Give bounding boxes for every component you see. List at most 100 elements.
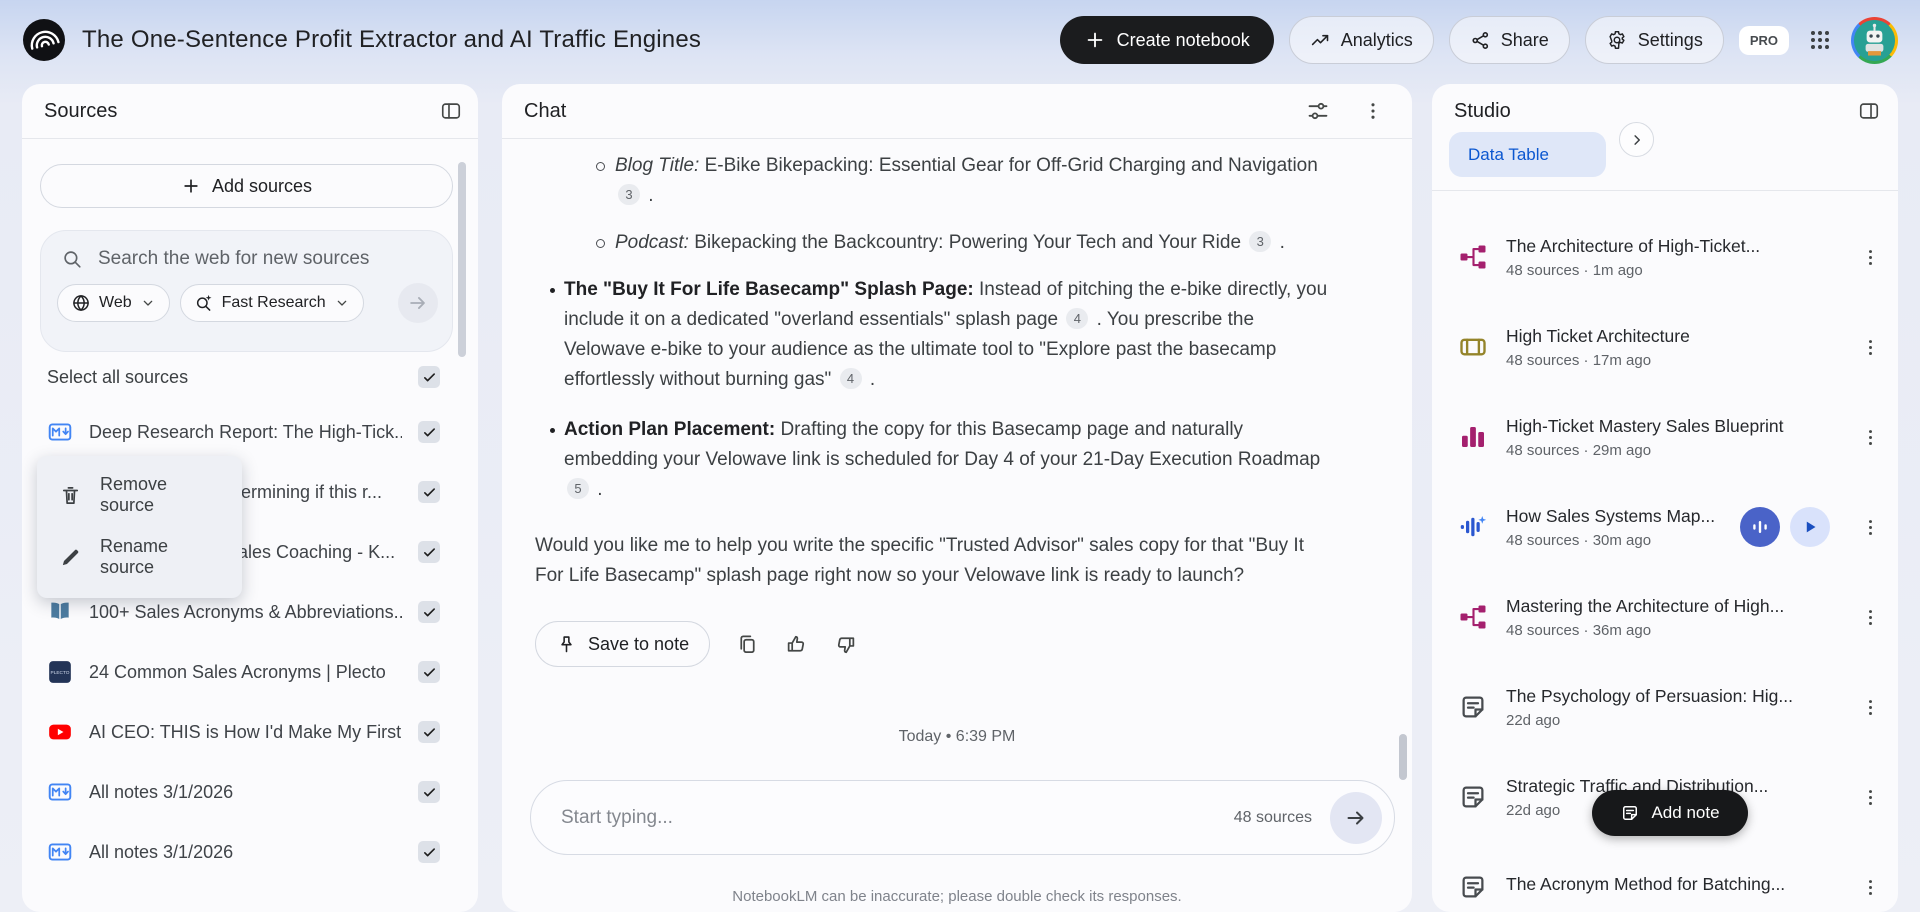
citation-chip[interactable]: 4 [839,368,862,389]
arrow-right-icon [407,292,429,314]
thumbs-down-icon[interactable] [834,633,857,656]
expand-panel-icon[interactable] [1858,100,1880,122]
web-filter-dropdown[interactable]: Web [57,284,170,322]
analytics-button[interactable]: Analytics [1288,16,1434,64]
item-menu-icon[interactable] [1850,427,1890,448]
add-note-button[interactable]: Add note [1592,790,1748,836]
tune-icon[interactable] [1306,99,1330,123]
search-submit-button[interactable] [398,283,438,323]
source-checkbox[interactable] [418,601,440,623]
source-checkbox[interactable] [418,841,440,863]
context-menu-label: Rename source [100,536,169,577]
studio-item-row[interactable]: The Architecture of High-Ticket... 48 so… [1432,212,1898,302]
send-button[interactable] [1330,791,1382,844]
select-all-label: Select all sources [47,366,189,387]
divider [1432,190,1898,191]
data-table-expand-button[interactable] [1619,122,1654,157]
studio-item-row[interactable]: High Ticket Architecture 48 sources · 17… [1432,302,1898,392]
item-menu-icon[interactable] [1850,877,1890,898]
share-button[interactable]: Share [1448,16,1570,64]
save-to-note-button[interactable]: Save to note [535,621,711,667]
notebook-title[interactable]: The One-Sentence Profit Extractor and AI… [82,26,701,54]
search-input[interactable]: Search the web for new sources [98,248,369,270]
audio-actions [1740,507,1830,547]
copy-icon[interactable] [736,633,759,656]
source-checkbox[interactable] [418,421,440,443]
chat-bullet: The "Buy It For Life Basecamp" Splash Pa… [550,275,1334,395]
search-icon [61,248,83,270]
settings-button[interactable]: Settings [1584,16,1724,64]
citation-chip[interactable]: 3 [618,184,640,205]
studio-item-row[interactable]: How Sales Systems Map... 48 sources · 30… [1432,482,1898,572]
app-header: The One-Sentence Profit Extractor and AI… [0,0,1920,80]
chat-scrollbar[interactable] [1399,734,1407,780]
item-menu-icon[interactable] [1850,787,1890,808]
source-row[interactable]: Deep Research Report: The High-Tick... [22,402,478,462]
source-title: 24 Common Sales Acronyms | Plecto [89,661,386,682]
pro-badge: PRO [1738,25,1789,55]
context-menu-item[interactable]: Rename source [37,526,242,588]
source-checkbox[interactable] [418,541,440,563]
add-note-label: Add note [1651,803,1720,822]
interactive-mode-button[interactable] [1740,507,1780,547]
play-icon [1799,516,1821,538]
studio-item-title: The Acronym Method for Batching... [1506,874,1786,894]
pin-icon [556,634,577,655]
chat-message-area: Blog Title: E-Bike Bikepacking: Essentia… [502,139,1412,759]
studio-item-title: The Psychology of Persuasion: Hig... [1506,685,1793,706]
source-checkbox[interactable] [418,481,440,503]
select-all-checkbox[interactable] [418,366,440,388]
source-title: AI CEO: THIS is How I'd Make My First ..… [89,721,402,742]
source-checkbox[interactable] [418,661,440,683]
chat-closing-question: Would you like me to help you write the … [535,535,1304,586]
sources-scrollbar[interactable] [458,162,466,357]
more-options-icon[interactable] [1362,99,1384,123]
plus-icon [1084,29,1106,51]
message-actions: Save to note [535,621,1334,667]
apps-grid-icon[interactable] [1804,24,1836,56]
chevron-right-icon [1628,131,1646,149]
source-row[interactable]: PLECTO 24 Common Sales Acronyms | Plecto [22,642,478,702]
studio-item-row[interactable]: Mastering the Architecture of High... 48… [1432,572,1898,662]
studio-item-row[interactable]: High-Ticket Mastery Sales Blueprint 48 s… [1432,392,1898,482]
chat-input[interactable] [561,806,1234,829]
chat-panel: Chat Blog Title: E-Bike Bikepacking: Ess… [502,84,1412,912]
research-mode-dropdown[interactable]: Fast Research [179,284,364,322]
data-table-chip[interactable]: Data Table [1449,132,1606,177]
note-icon [1458,692,1488,722]
add-sources-button[interactable]: Add sources [40,164,453,208]
item-menu-icon[interactable] [1850,607,1890,628]
user-avatar[interactable] [1851,16,1898,64]
source-checkbox[interactable] [418,781,440,803]
studio-item-meta: 48 sources · 36m ago [1506,621,1652,639]
citation-chip[interactable]: 5 [567,478,589,499]
sources-panel: Sources Add sources Search the web for n… [22,84,478,912]
item-menu-icon[interactable] [1850,697,1890,718]
sources-panel-title: Sources [44,99,118,122]
studio-item-meta: 48 sources · 17m ago [1506,351,1652,369]
item-menu-icon[interactable] [1850,517,1890,538]
create-notebook-button[interactable]: Create notebook [1059,16,1274,64]
context-menu-item[interactable]: Remove source [37,464,242,526]
item-menu-icon[interactable] [1850,247,1890,268]
citation-chip[interactable]: 3 [1249,231,1272,252]
flashcards-icon [1458,332,1488,362]
source-row[interactable]: All notes 3/1/2026 [22,822,478,882]
chat-panel-title: Chat [524,99,567,122]
waveform-icon [1749,516,1771,538]
thumbs-up-icon[interactable] [785,633,808,656]
fast-research-icon [194,293,214,313]
save-to-note-label: Save to note [588,634,690,654]
notebooklm-logo-icon[interactable] [22,18,66,62]
studio-item-row[interactable]: The Acronym Method for Batching... [1432,842,1898,912]
play-button[interactable] [1790,507,1830,547]
source-row[interactable]: All notes 3/1/2026 [22,762,478,822]
source-checkbox[interactable] [418,721,440,743]
citation-chip[interactable]: 4 [1066,308,1089,329]
source-row[interactable]: AI CEO: THIS is How I'd Make My First ..… [22,702,478,762]
studio-item-row[interactable]: The Psychology of Persuasion: Hig... 22d… [1432,662,1898,752]
check-icon [422,725,437,740]
check-icon [422,485,437,500]
collapse-panel-icon[interactable] [440,100,462,122]
item-menu-icon[interactable] [1850,337,1890,358]
